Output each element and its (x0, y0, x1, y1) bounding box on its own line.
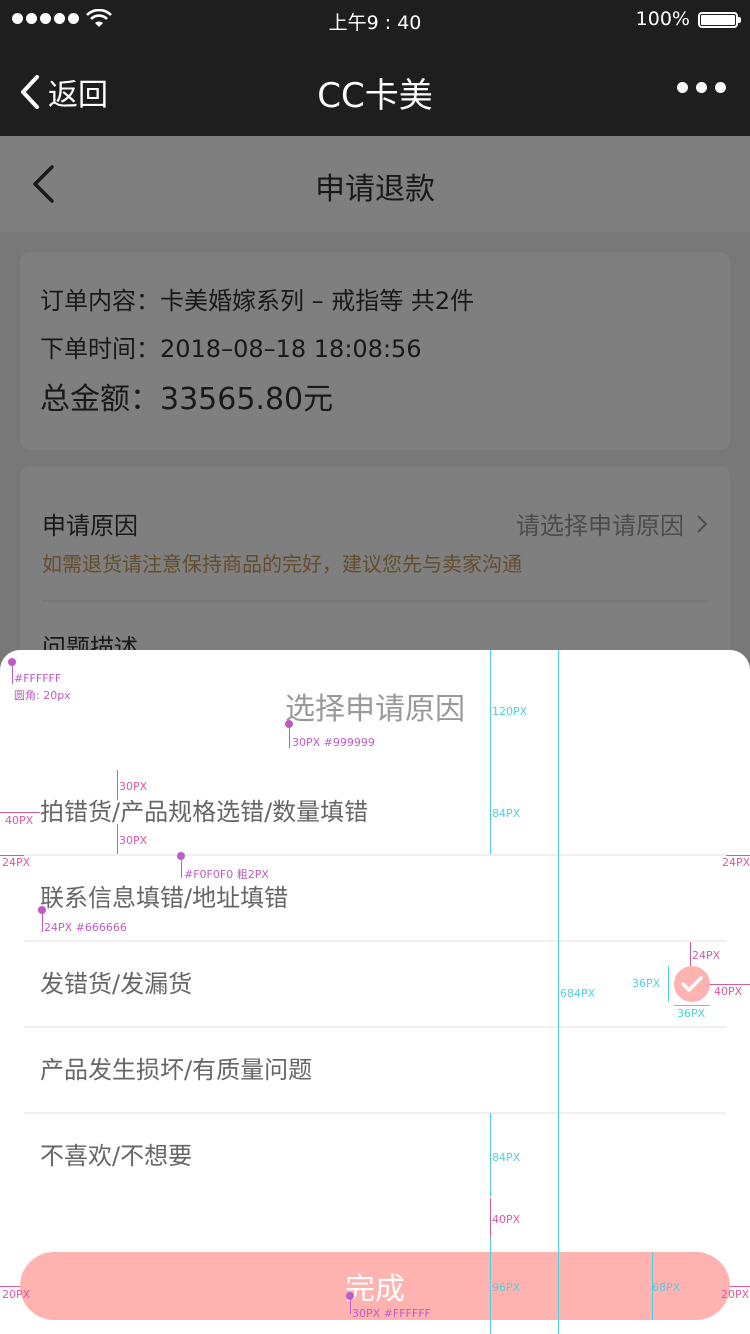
reason-option-label: 拍错货/产品规格选错/数量填错 (40, 798, 369, 826)
annotation-stem (42, 912, 43, 932)
annotation-sheet-bg: #FFFFFF (14, 672, 62, 685)
wechat-title: CC卡美 (317, 76, 433, 116)
measure-line (0, 1286, 20, 1287)
reason-option[interactable]: 产品发生损坏/有质量问题 (24, 1028, 726, 1114)
annotation-c84b: 84PX (492, 1151, 521, 1164)
status-bar: 上午9 : 40 100% (0, 0, 750, 40)
reason-option[interactable]: 联系信息填错/地址填错 (24, 856, 726, 942)
annotation-check-right: 40PX (714, 985, 743, 998)
annotation-stem (350, 1298, 351, 1314)
measure-line (674, 1005, 710, 1006)
measure-line (490, 650, 491, 770)
battery-percent: 100% (635, 8, 690, 30)
more-options-icon[interactable] (677, 82, 726, 93)
annotation-button-spec: 30PX #FFFFFF (352, 1307, 431, 1320)
measure-line (558, 650, 559, 1334)
annotation-stem (289, 726, 290, 748)
annotation-m40: 40PX (5, 814, 34, 827)
annotation-check-top: 24PX (692, 949, 721, 962)
annotation-option-spec: 24PX #666666 (44, 921, 127, 934)
battery-icon (698, 12, 741, 28)
measure-line (490, 1198, 491, 1238)
reason-option[interactable]: 不喜欢/不想要 (24, 1114, 726, 1200)
annotation-c68: 68PX (652, 1281, 681, 1294)
annotation-stem (12, 664, 13, 684)
annotation-check-w: 36PX (677, 1007, 706, 1020)
wechat-nav-bar: 返回 CC卡美 (0, 40, 750, 136)
sheet-title: 选择申请原因 (285, 692, 465, 727)
reason-option-label: 不喜欢/不想要 (40, 1142, 193, 1170)
annotation-m20l: 20PX (2, 1288, 31, 1301)
annotation-c120: 120PX (492, 705, 528, 718)
measure-line (490, 1113, 491, 1197)
annotation-m30a: 30PX (119, 780, 148, 793)
reason-option-label: 产品发生损坏/有质量问题 (40, 1056, 313, 1084)
measure-line (668, 966, 669, 1002)
measure-line (490, 1238, 491, 1334)
reason-picker-sheet: 选择申请原因 拍错货/产品规格选错/数量填错 联系信息填错/地址填错 发错货/发… (0, 650, 750, 1334)
annotation-c684: 684PX (560, 987, 596, 1000)
check-icon (674, 966, 710, 1002)
measure-line (117, 824, 118, 854)
measure-line (0, 812, 40, 813)
measure-line (690, 942, 691, 966)
annotation-title-spec: 30PX #999999 (292, 736, 375, 749)
annotation-c84a: 84PX (492, 807, 521, 820)
annotation-c96: 96PX (492, 1281, 521, 1294)
annotation-check-h: 36PX (632, 977, 661, 990)
annotation-m20r: 20PX (721, 1288, 750, 1301)
annotation-sheet-radius: 圆角: 20px (14, 689, 71, 702)
annotation-m24l: 24PX (2, 856, 31, 869)
measure-line (490, 770, 491, 854)
reason-option-selected[interactable]: 发错货/发漏货 (24, 942, 726, 1028)
annotation-divider-spec: #F0F0F0 粗2PX (184, 868, 269, 881)
annotation-m30b: 30PX (119, 834, 148, 847)
annotation-m40b: 40PX (492, 1213, 521, 1226)
measure-line (117, 770, 118, 800)
annotation-stem (181, 858, 182, 878)
annotation-m24r: 24PX (722, 856, 750, 869)
measure-line (730, 1286, 750, 1287)
reason-option-label: 发错货/发漏货 (40, 970, 193, 998)
